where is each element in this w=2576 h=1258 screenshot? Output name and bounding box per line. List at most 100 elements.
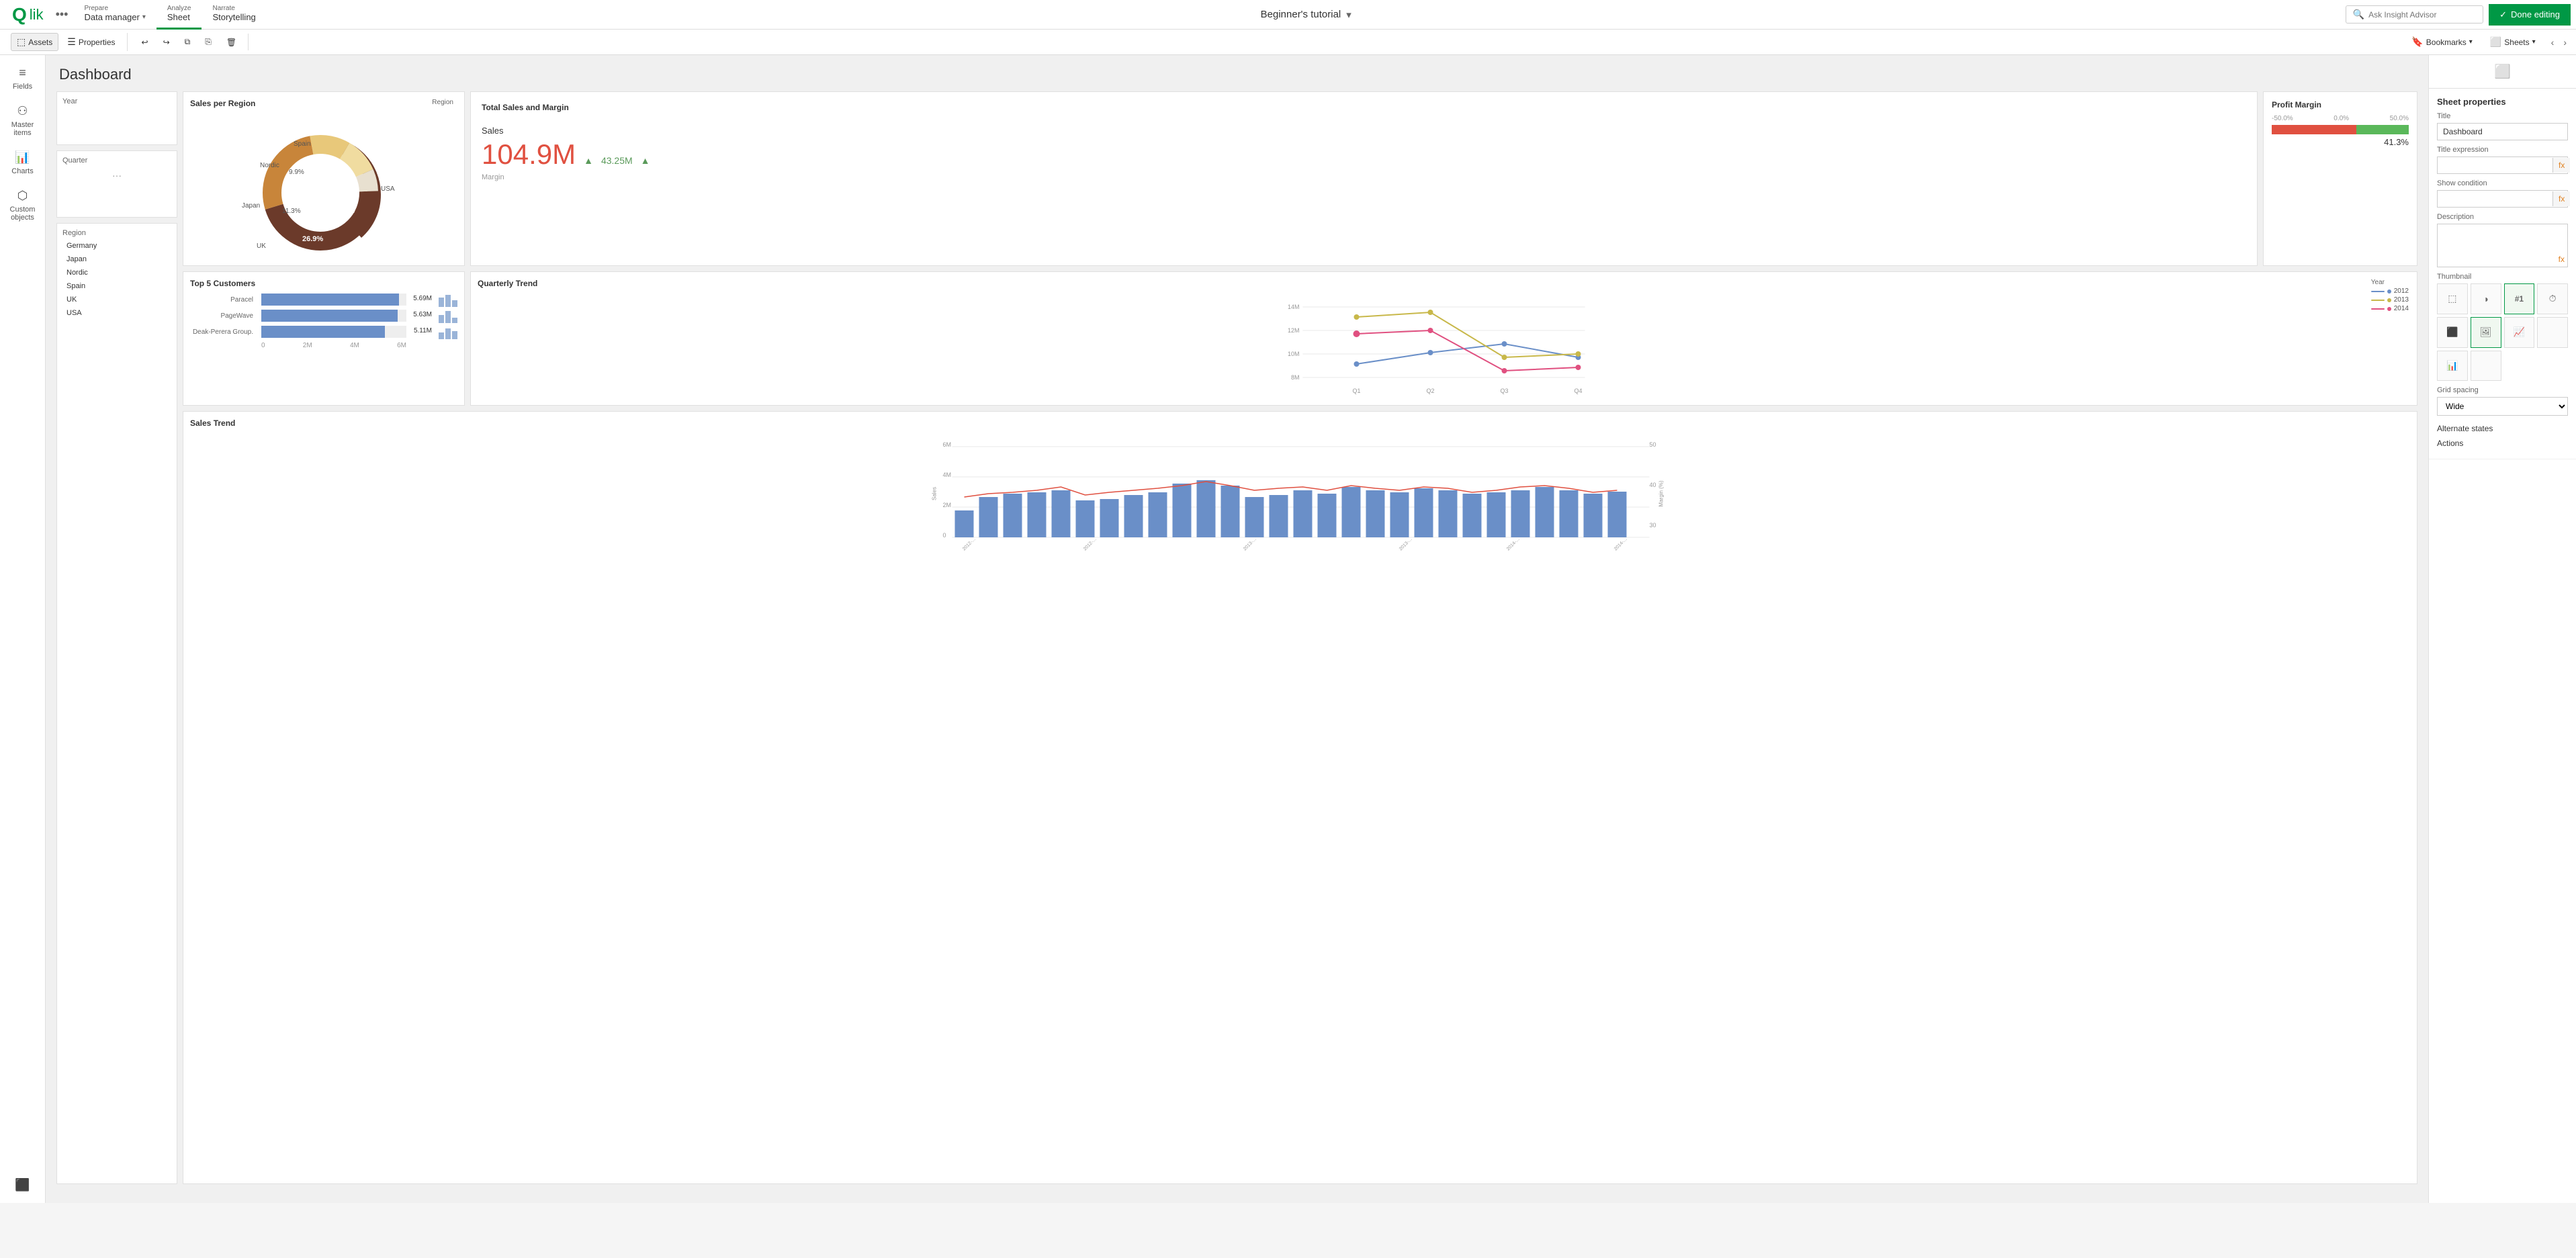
title-expression-fx-button[interactable]: fx [2552,158,2570,173]
thumb-sheet[interactable]: ⬚ [2437,283,2468,314]
bar-row-pagewave: PageWave 5.63M [190,310,406,322]
undo-button[interactable]: ↩ [136,34,154,50]
region-item-germany[interactable]: Germany [62,240,171,252]
region-item-nordic[interactable]: Nordic [62,267,171,279]
app-title-arrow[interactable]: ▾ [1346,9,1351,21]
description-fx-button[interactable]: fx [2559,255,2565,264]
sidebar-item-fields[interactable]: ≡ Fields [0,60,45,96]
profit-bar-labels: -50.0% 0.0% 50.0% [2272,115,2409,122]
thumb-clock[interactable]: ⏱ [2537,283,2568,314]
view-toggle-section: ⬚ Assets ☰ Properties [5,33,128,51]
sidebar-item-fields-label: Fields [13,83,32,91]
right-scrollbar[interactable] [2572,55,2576,1203]
trend-bar-21 [1439,490,1458,537]
bar-value-paracel: 5.69M [413,295,432,302]
actions-item[interactable]: Actions [2437,436,2568,451]
margin-value: 43.25M [601,155,633,166]
thumb-dark[interactable]: ⬛ [2437,317,2468,348]
legend-dot-2012 [2387,289,2391,294]
copy-button[interactable]: ⧉ [179,34,197,50]
region-item-spain[interactable]: Spain [62,280,171,292]
sidebar-item-charts[interactable]: 📊 Charts [0,145,45,181]
description-textarea[interactable] [2438,224,2567,265]
trend-bar-16 [1318,494,1337,537]
thumb-number-1[interactable]: #1 [2504,283,2535,314]
legend-line-2012 [2371,291,2385,292]
prev-sheet-button[interactable]: ‹ [2547,34,2559,50]
search-icon: 🔍 [2353,9,2364,20]
assets-toggle[interactable]: ⬚ Assets [11,33,58,51]
legend-2013: 2013 [2371,296,2409,304]
thumb-barchart[interactable]: 📊 [2437,351,2468,381]
sheets-icon: ⬜ [2490,36,2501,48]
title-input[interactable] [2437,123,2568,140]
assets-sidebar: ≡ Fields ⚇ Master items 📊 Charts ⬡ Custo… [0,55,46,1203]
show-condition-fx-button[interactable]: fx [2552,191,2570,206]
thumb-image[interactable]: 🖼 [2471,317,2501,348]
grid-spacing-select[interactable]: Wide Medium Narrow [2437,397,2568,416]
sheet-icon: ⬜ [2429,55,2576,89]
legend-label-2013: 2013 [2394,296,2409,304]
trend-bar-24 [1511,490,1530,537]
title-expression-input[interactable] [2438,157,2552,173]
region-item-japan[interactable]: Japan [62,253,171,265]
app-logo[interactable]: Q lik [5,4,50,26]
row-3: Sales Trend 6M 4M 2M 0 50 40 30 [183,411,2417,1184]
sidebar-item-master-items[interactable]: ⚇ Master items [0,99,45,142]
nav-tab-narrate[interactable]: Narrate Storytelling [202,0,266,30]
main-layout: ≡ Fields ⚇ Master items 📊 Charts ⬡ Custo… [0,55,2576,1203]
axis-6m: 6M [397,342,406,349]
sidebar-item-custom-objects[interactable]: ⬡ Custom objects [0,183,45,227]
delete-button[interactable]: 🗑 [220,34,242,50]
thumb-blank[interactable] [2537,317,2568,348]
sheets-button[interactable]: ⬜ Sheets ▾ [2484,33,2542,51]
trend-x-5: 2012-... [1083,537,1098,552]
bar-value-pagewave: 5.63M [413,311,432,318]
show-condition-input[interactable] [2438,191,2552,207]
sales-values-row: 104.9M ▲ 43.25M ▲ [482,138,2246,171]
trend-bar-22 [1463,494,1482,537]
search-input[interactable] [2368,10,2476,19]
bar-label-pagewave: PageWave [190,312,257,320]
mini-bar [452,331,457,339]
search-bar[interactable]: 🔍 [2346,5,2483,24]
nav-tab-prepare[interactable]: Prepare Data manager ▾ [73,0,156,30]
title-expression-row: fx [2437,156,2568,174]
profit-margin-widget: Profit Margin -50.0% 0.0% 50.0% 41.3% [2263,91,2417,266]
alternate-states-item[interactable]: Alternate states [2437,421,2568,436]
thumb-dark-icon: ⬛ [2446,326,2458,338]
x-q3: Q3 [1500,388,1508,394]
sales-value: 104.9M [482,138,576,171]
app-menu-dots[interactable]: ••• [50,7,74,21]
properties-toggle[interactable]: ☰ Properties [61,33,121,51]
donut-chart: USA UK Japan Nordic Spain 45.5% 26.9% 11… [216,114,431,261]
trend-bar-6 [1076,500,1095,537]
redo-icon: ↪ [163,38,170,47]
show-condition-row: fx [2437,190,2568,208]
next-sheet-button[interactable]: › [2559,34,2571,50]
thumb-blank2[interactable] [2471,351,2501,381]
custom-objects-icon: ⬡ [17,189,28,203]
trend-x-24: 2014-... [1613,537,1628,552]
description-label: Description [2437,213,2568,221]
region-item-uk[interactable]: UK [62,294,171,306]
thumb-linechart[interactable]: 📈 [2504,317,2535,348]
bookmarks-button[interactable]: 🔖 Bookmarks ▾ [2405,33,2479,51]
paste-button[interactable]: ⎘ [199,34,218,50]
profit-bar-green [2356,125,2409,134]
total-sales-title: Total Sales and Margin [482,103,2246,112]
bar-row-deak: Deak-Perera Group. 5.11M [190,326,406,338]
region-item-usa[interactable]: USA [62,307,171,319]
bookmarks-arrow-icon: ▾ [2469,38,2473,46]
sidebar-bottom-item[interactable]: ⬛ [0,1173,45,1198]
thumb-pie[interactable]: ◑ [2471,283,2501,314]
dot-2013-q1 [1354,314,1360,320]
master-items-icon: ⚇ [17,104,28,118]
redo-button[interactable]: ↪ [157,34,176,50]
done-editing-button[interactable]: ✓ Done editing [2489,4,2571,26]
trend-bar-25 [1536,487,1554,537]
nav-tab-analyze[interactable]: Analyze Sheet [157,0,202,30]
region-legend-label: Region [432,99,453,106]
nav-tab-prepare-arrow: ▾ [142,13,146,21]
properties-list-icon: ☰ [67,36,76,48]
